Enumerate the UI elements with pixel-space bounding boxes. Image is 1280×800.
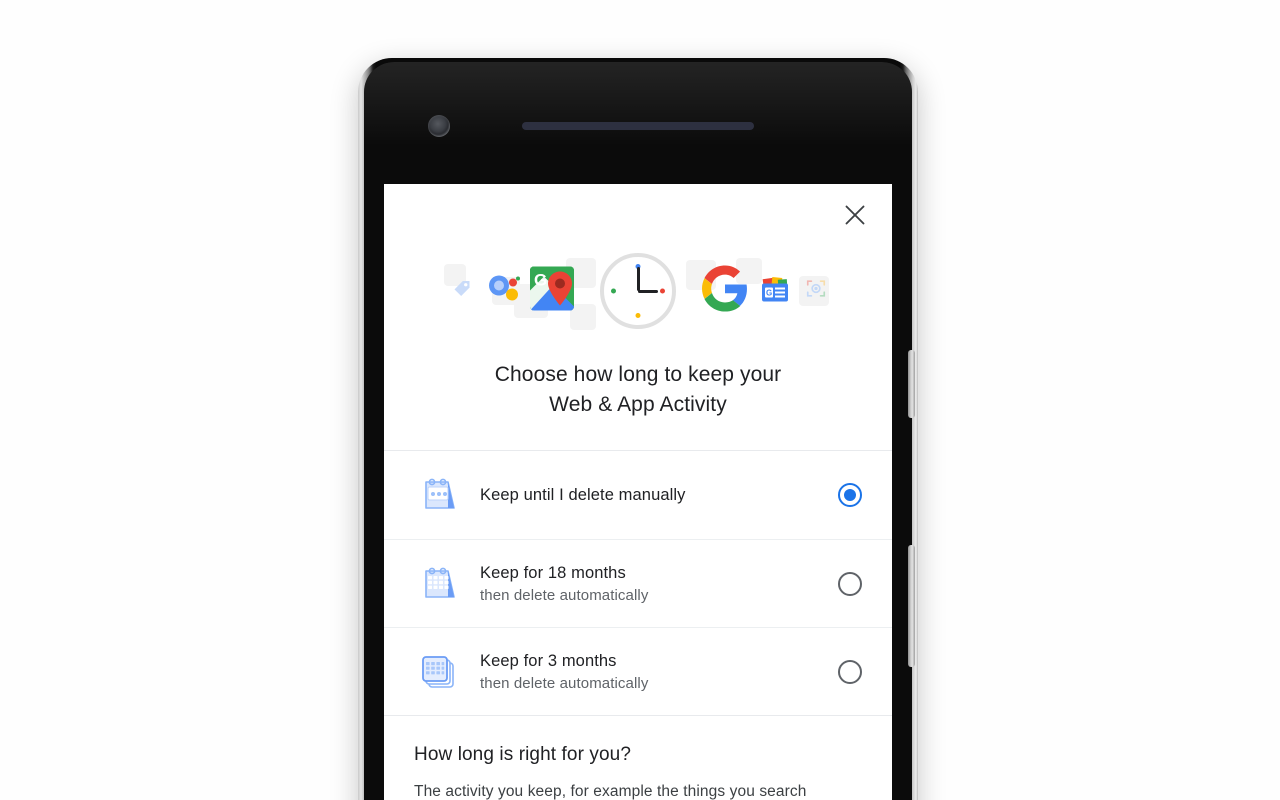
radio-keep-until-delete-manually[interactable]	[838, 483, 862, 507]
front-camera-icon	[428, 115, 450, 137]
svg-text:G: G	[534, 271, 547, 290]
google-maps-icon: G	[530, 266, 574, 316]
clock-dot-9	[611, 288, 616, 294]
volume-button[interactable]	[908, 545, 915, 667]
option-keep-3-months[interactable]: Keep for 3 months then delete automatica…	[384, 627, 892, 715]
google-lens-icon	[805, 278, 827, 305]
google-assistant-icon	[488, 274, 520, 309]
svg-text:G: G	[766, 289, 772, 298]
clock-hour-hand	[636, 267, 640, 291]
clock-icon	[600, 253, 676, 329]
dialog-header	[384, 184, 892, 240]
clock-minute-hand	[638, 289, 658, 293]
dialog-title: Choose how long to keep your Web & App A…	[384, 346, 892, 420]
calendar-stack-icon	[412, 650, 464, 694]
google-g-icon	[702, 265, 748, 317]
clock-dot-3	[660, 288, 665, 294]
option-text: Keep for 18 months then delete automatic…	[464, 562, 838, 606]
close-icon[interactable]	[840, 200, 870, 230]
option-keep-18-months[interactable]: Keep for 18 months then delete automatic…	[384, 539, 892, 627]
dialog-title-line-2: Web & App Activity	[549, 393, 727, 416]
option-text: Keep until I delete manually	[464, 484, 838, 506]
option-subtitle: then delete automatically	[480, 674, 649, 692]
radio-keep-18-months[interactable]	[838, 571, 862, 596]
option-text: Keep for 3 months then delete automatica…	[464, 650, 838, 694]
phone-screen: G G Choose how long to keep your Web & A…	[384, 184, 892, 800]
option-subtitle: then delete automatically	[480, 586, 649, 604]
dialog-title-line-1: Choose how long to keep your	[494, 363, 782, 386]
radio-keep-3-months[interactable]	[838, 659, 862, 684]
option-keep-until-delete-manually[interactable]: Keep until I delete manually	[384, 451, 892, 539]
option-title: Keep for 18 months	[480, 563, 626, 582]
calendar-single-icon	[412, 474, 464, 516]
tag-icon	[452, 279, 472, 304]
screenshot-root: G G Choose how long to keep your Web & A…	[0, 0, 1280, 800]
earpiece-speaker	[522, 122, 754, 130]
option-title: Keep until I delete manually	[480, 486, 686, 504]
info-section: How long is right for you? The activity …	[384, 716, 892, 800]
info-paragraph: The activity you keep, for example the t…	[414, 783, 807, 800]
option-title: Keep for 3 months	[480, 651, 617, 670]
hero-illustration: G G	[384, 236, 892, 346]
clock-dot-6	[635, 313, 641, 318]
calendar-month-icon	[412, 563, 464, 605]
power-button[interactable]	[908, 350, 915, 418]
info-heading: How long is right for you?	[414, 744, 631, 765]
google-news-icon: G	[759, 273, 791, 310]
